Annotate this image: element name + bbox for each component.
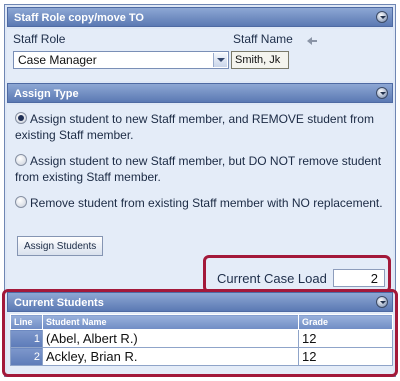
current-students-highlight [2, 289, 398, 377]
staff-role-select[interactable]: Case Manager [13, 51, 229, 69]
radio-unselected-icon[interactable] [15, 196, 27, 208]
assign-option-keep-existing[interactable]: Assign student to new Staff member, but … [15, 153, 385, 185]
staff-assignment-window: Staff Role copy/move TO Staff Role Case … [2, 4, 398, 377]
assign-type-title: Assign Type [14, 88, 79, 100]
staff-name-label: Staff Name [233, 32, 293, 46]
copy-move-title: Staff Role copy/move TO [14, 12, 144, 24]
assign-option-remove-no-replacement[interactable]: Remove student from existing Staff membe… [15, 195, 385, 211]
assign-students-button[interactable]: Assign Students [17, 236, 104, 256]
assign-option-label: Assign student to new Staff member, but … [15, 154, 382, 184]
staff-role-value: Case Manager [18, 53, 97, 67]
radio-selected-icon[interactable] [15, 112, 27, 124]
assign-option-label: Remove student from existing Staff membe… [30, 196, 383, 210]
staff-name-value: Smith, Jk [235, 54, 281, 66]
case-load-highlight [203, 255, 391, 293]
copy-move-header: Staff Role copy/move TO [7, 7, 393, 27]
staff-role-label: Staff Role [13, 32, 66, 46]
chevron-down-icon[interactable] [213, 53, 227, 67]
staff-name-field[interactable]: Smith, Jk [231, 51, 289, 69]
collapse-icon[interactable] [376, 87, 388, 99]
assign-option-label: Assign student to new Staff member, and … [15, 112, 374, 142]
assign-option-remove-existing[interactable]: Assign student to new Staff member, and … [15, 111, 385, 143]
assign-type-panel: Assign student to new Staff member, and … [7, 105, 393, 267]
radio-unselected-icon[interactable] [15, 154, 27, 166]
assign-type-header: Assign Type [7, 83, 393, 103]
collapse-icon[interactable] [376, 11, 388, 23]
arrow-left-icon [307, 37, 317, 45]
copy-move-panel: Staff Role Case Manager Staff Name Smith… [7, 29, 393, 81]
